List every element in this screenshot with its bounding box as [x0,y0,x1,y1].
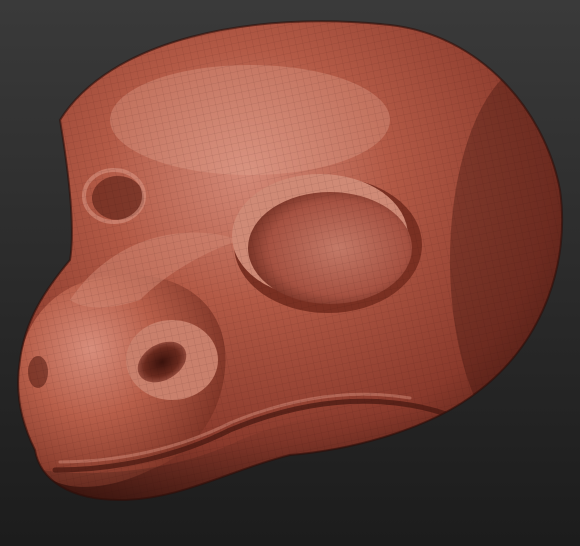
viewport-canvas[interactable] [0,0,580,546]
sculpt-render [0,0,580,546]
